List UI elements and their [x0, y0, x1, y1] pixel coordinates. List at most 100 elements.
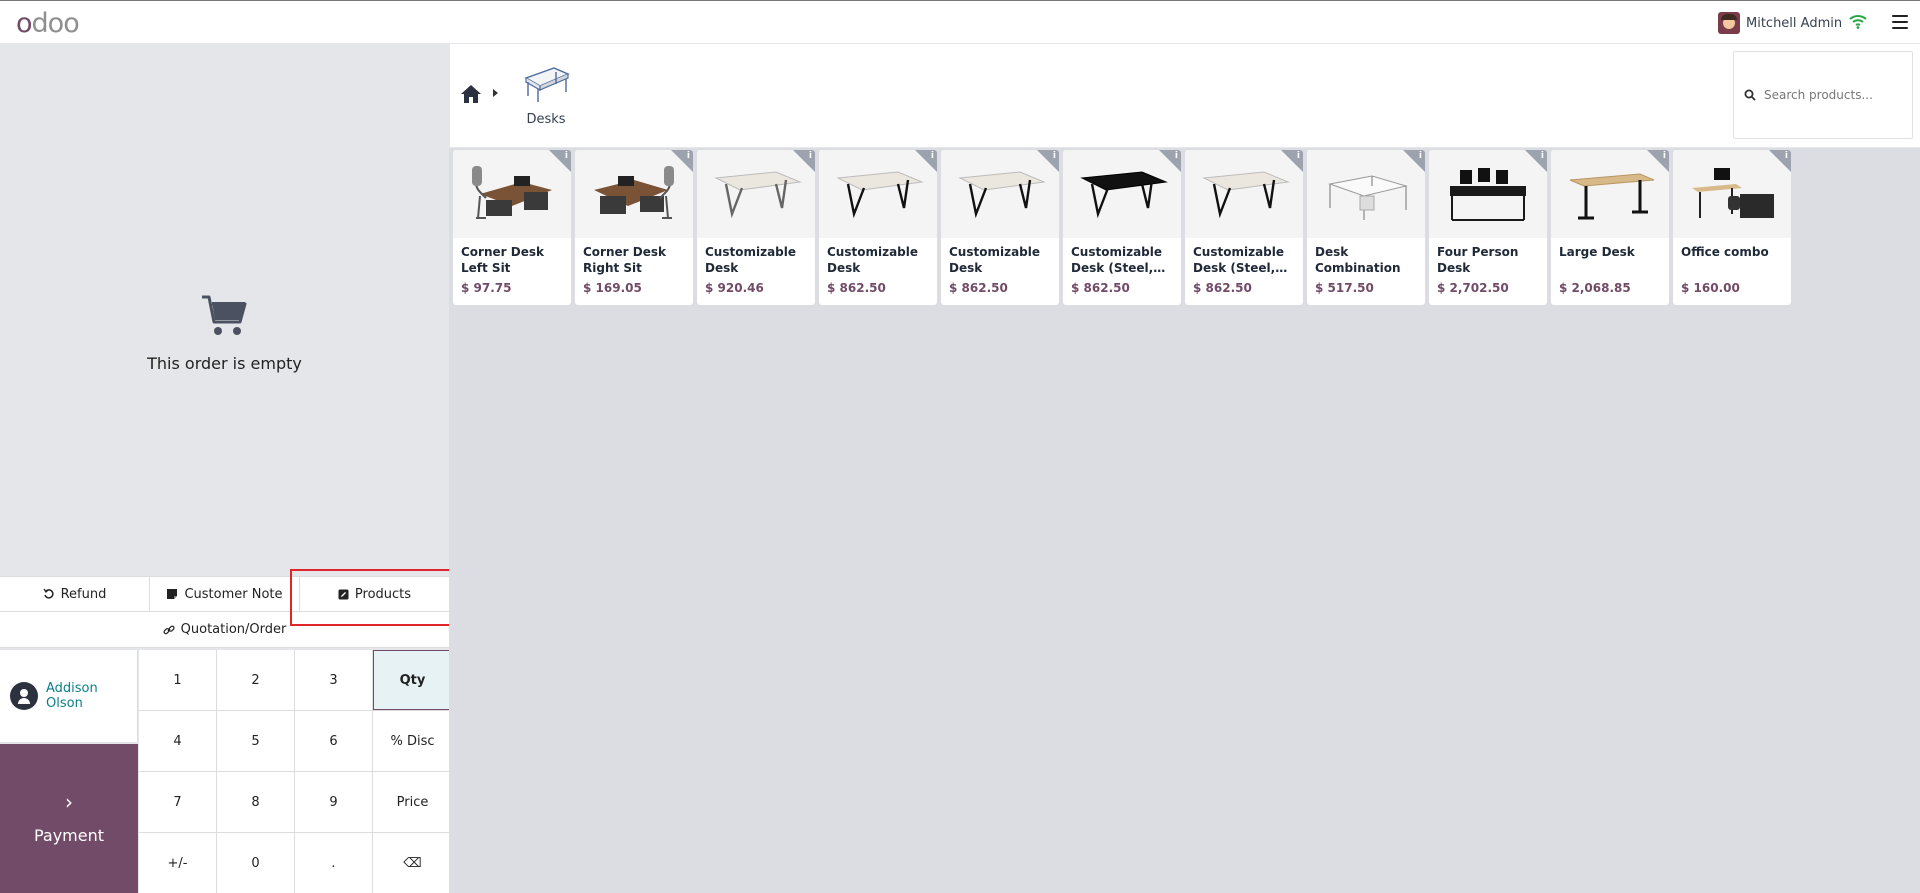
customizable-desk-image: [1080, 171, 1168, 219]
customer-note-button[interactable]: Customer Note: [150, 577, 300, 611]
office-combo-image: [1692, 168, 1774, 218]
product-info-icon[interactable]: i: [1419, 151, 1422, 161]
breadcrumb-caret-icon: [493, 89, 498, 97]
odoo-logo[interactable]: o doo: [16, 7, 80, 39]
empty-order: This order is empty: [0, 294, 449, 373]
product-card[interactable]: i Customizable Desk (Custom,… $ 862.50: [819, 150, 937, 305]
numpad-mode-qty[interactable]: Qty: [373, 650, 452, 710]
search-input[interactable]: [1764, 88, 1904, 102]
hamburger-menu-icon[interactable]: [1892, 15, 1908, 29]
product-info-icon[interactable]: i: [1785, 151, 1788, 161]
refund-button[interactable]: Refund: [0, 577, 150, 611]
user-menu[interactable]: Mitchell Admin: [1718, 11, 1842, 35]
logo-rest-letters: doo: [31, 7, 80, 39]
quotation-order-button[interactable]: Quotation/Order: [0, 612, 449, 648]
product-price: $ 862.50: [1193, 281, 1252, 295]
product-info-icon[interactable]: i: [565, 151, 568, 161]
product-card[interactable]: i Corner Desk Right Sit $ 169.05: [575, 150, 693, 305]
control-buttons-row: Refund Customer Note Products: [0, 576, 449, 612]
user-avatar: [1718, 12, 1740, 34]
products-button[interactable]: Products: [300, 577, 449, 611]
product-image: i: [697, 150, 815, 238]
product-card[interactable]: i Large Desk $ 2,068.85: [1551, 150, 1669, 305]
corner-desk-image: [594, 166, 674, 219]
numpad-key-7[interactable]: 7: [139, 772, 216, 832]
search-icon: [1744, 89, 1756, 101]
product-image: i: [575, 150, 693, 238]
product-card[interactable]: i Customizable Desk (Aluminiu… $ 920.46: [697, 150, 815, 305]
product-price: $ 160.00: [1681, 281, 1740, 295]
product-info-icon[interactable]: i: [1175, 151, 1178, 161]
numpad-key-decimal[interactable]: .: [295, 833, 372, 893]
product-card[interactable]: i Four Person Desk $ 2,702.50: [1429, 150, 1547, 305]
product-price: $ 862.50: [827, 281, 886, 295]
product-image: i: [1307, 150, 1425, 238]
numpad-key-1[interactable]: 1: [139, 650, 216, 710]
numpad-mode-discount[interactable]: % Disc: [373, 711, 452, 771]
chevron-right-icon: ›: [65, 790, 73, 814]
product-screen: Desks i Corner Desk Left Sit: [449, 44, 1920, 893]
numpad-key-5[interactable]: 5: [217, 711, 294, 771]
category-desks[interactable]: Desks: [506, 64, 586, 148]
payment-button[interactable]: › Payment: [0, 744, 138, 893]
product-info-icon[interactable]: i: [1053, 151, 1056, 161]
numpad-key-plus-minus[interactable]: +/-: [139, 833, 216, 893]
product-card[interactable]: i Customizable Desk (Steel,… $ 862.50: [1185, 150, 1303, 305]
numpad-key-4[interactable]: 4: [139, 711, 216, 771]
numpad: 1 2 3 Qty 4 5 6 % Disc 7 8 9 Price +/- 0…: [139, 650, 452, 893]
numpad-key-9[interactable]: 9: [295, 772, 372, 832]
product-name: Four Person Desk: [1437, 245, 1519, 275]
sticky-note-icon: [167, 589, 178, 599]
product-card[interactable]: i Office combo $ 160.00: [1673, 150, 1791, 305]
product-image: i: [819, 150, 937, 238]
four-person-desk-image: [1450, 168, 1526, 221]
product-price: $ 862.50: [1071, 281, 1130, 295]
numpad-key-0[interactable]: 0: [217, 833, 294, 893]
customer-name: Addison Olson: [46, 681, 98, 711]
product-info-icon[interactable]: i: [1663, 151, 1666, 161]
product-price: $ 2,702.50: [1437, 281, 1509, 295]
product-image: i: [1429, 150, 1547, 238]
customizable-desk-image: [714, 171, 802, 219]
product-image: i: [941, 150, 1059, 238]
product-info-icon[interactable]: i: [687, 151, 690, 161]
product-price: $ 920.46: [705, 281, 764, 295]
product-info-icon[interactable]: i: [1541, 151, 1544, 161]
customizable-desk-image: [1202, 171, 1290, 219]
home-icon[interactable]: [460, 84, 482, 104]
payment-label: Payment: [33, 826, 105, 845]
link-icon: [163, 625, 175, 634]
customer-button[interactable]: Addison Olson: [0, 650, 138, 742]
product-card[interactable]: i Corner Desk Left Sit $ 97.75: [453, 150, 571, 305]
product-info-icon[interactable]: i: [809, 151, 812, 161]
refund-label: Refund: [60, 586, 107, 602]
product-price: $ 2,068.85: [1559, 281, 1631, 295]
numpad-key-8[interactable]: 8: [217, 772, 294, 832]
product-price: $ 862.50: [949, 281, 1008, 295]
empty-order-text: This order is empty: [147, 354, 302, 373]
product-card[interactable]: i Customizable Desk (Custom,… $ 862.50: [941, 150, 1059, 305]
product-price: $ 517.50: [1315, 281, 1374, 295]
product-info-icon[interactable]: i: [931, 151, 934, 161]
search-box[interactable]: [1733, 51, 1913, 139]
product-card[interactable]: i Desk Combination $ 517.50: [1307, 150, 1425, 305]
product-image: i: [1063, 150, 1181, 238]
product-image: i: [1673, 150, 1791, 238]
user-name: Mitchell Admin: [1746, 15, 1843, 31]
product-name: Customizable Desk (Custom,…: [827, 245, 919, 275]
product-name: Office combo: [1681, 245, 1769, 259]
numpad-key-backspace[interactable]: ⌫: [373, 833, 452, 893]
product-name: Corner Desk Right Sit: [583, 245, 666, 275]
product-card[interactable]: i Customizable Desk (Steel,… $ 862.50: [1063, 150, 1181, 305]
product-info-icon[interactable]: i: [1297, 151, 1300, 161]
numpad-key-6[interactable]: 6: [295, 711, 372, 771]
numpad-mode-price[interactable]: Price: [373, 772, 452, 832]
numpad-key-2[interactable]: 2: [217, 650, 294, 710]
customizable-desk-image: [836, 171, 924, 219]
product-price: $ 97.75: [461, 281, 512, 295]
edit-icon: [338, 589, 349, 599]
logo-first-letter: o: [16, 7, 33, 39]
numpad-key-3[interactable]: 3: [295, 650, 372, 710]
corner-desk-image: [472, 166, 552, 219]
product-name: Customizable Desk (Custom,…: [949, 245, 1041, 275]
